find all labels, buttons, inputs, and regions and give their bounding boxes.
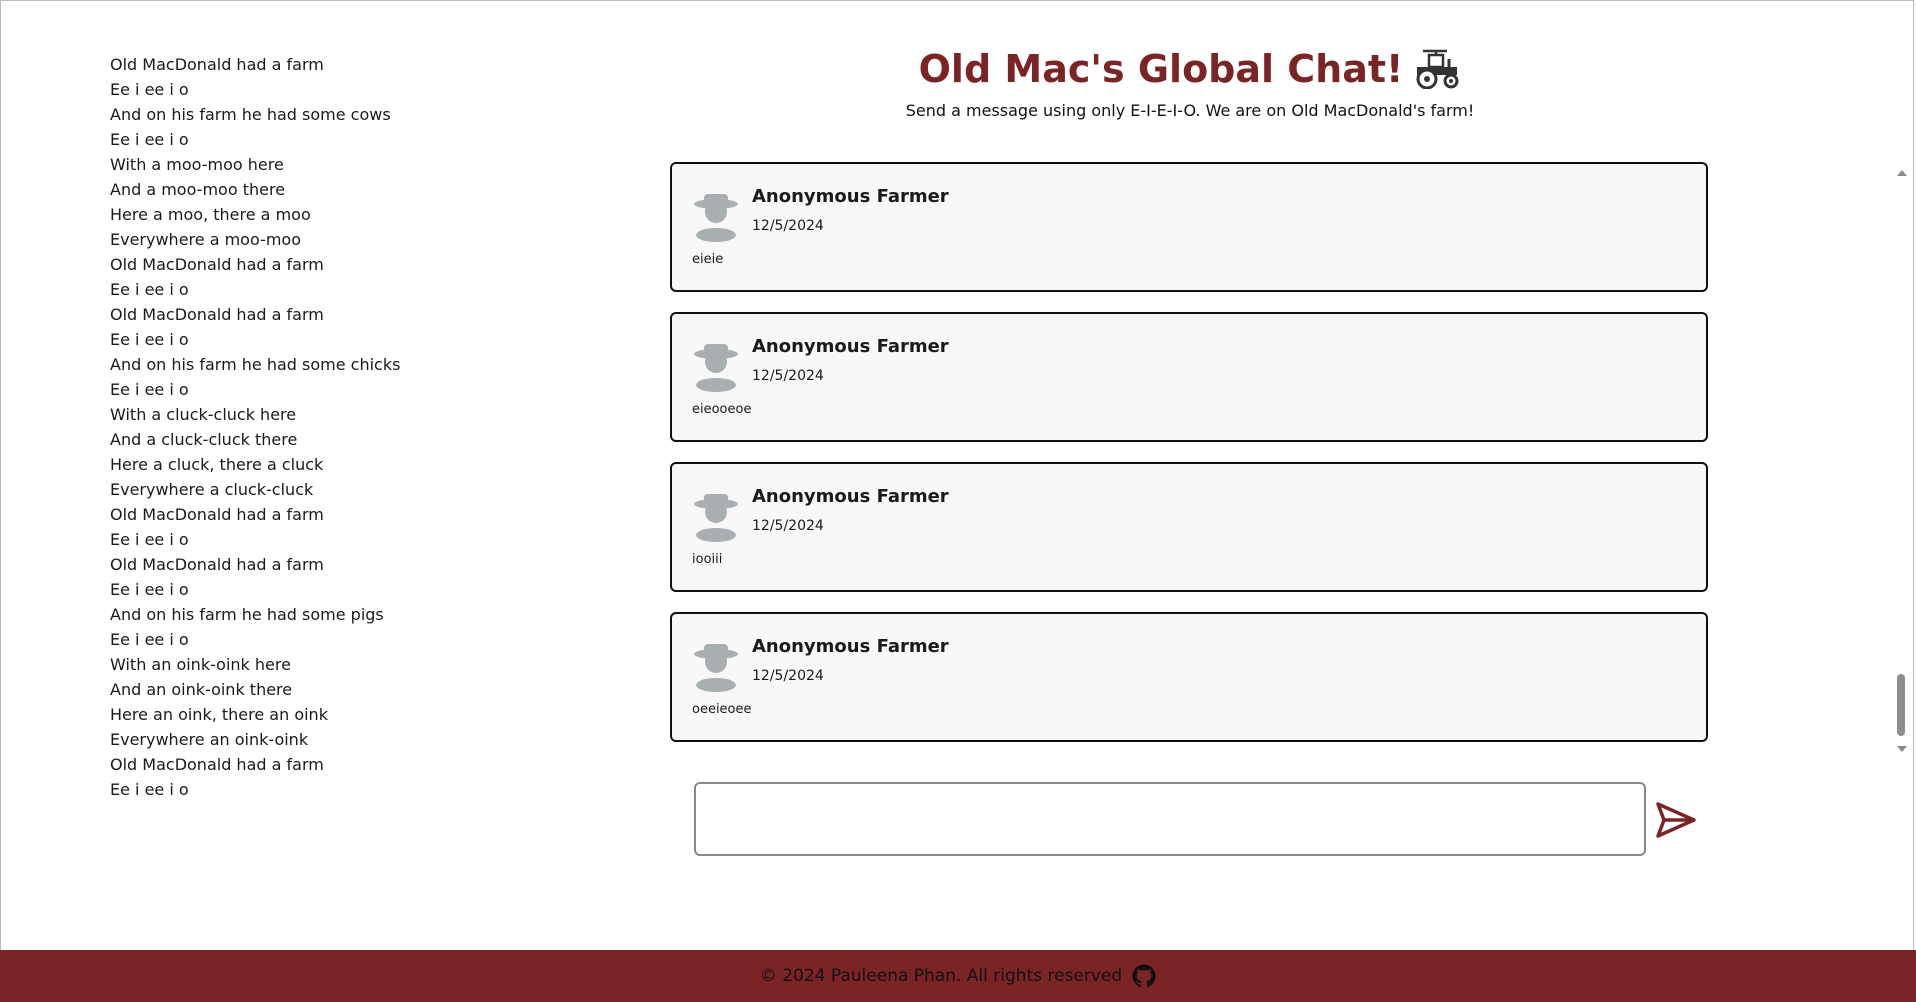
lyric-line: Old MacDonald had a farm (110, 755, 324, 774)
scroll-thumb[interactable] (1897, 674, 1905, 736)
lyric-line: Ee i ee i o (110, 580, 189, 599)
lyric-line: Ee i ee i o (110, 80, 189, 99)
message-date: 12/5/2024 (752, 218, 824, 234)
tractor-icon (1416, 49, 1459, 89)
message-card: Anonymous Farmer 12/5/2024 eieie (670, 162, 1708, 292)
page-subtitle: Send a message using only E-I-E-I-O. We … (905, 101, 1475, 120)
message-card: Anonymous Farmer 12/5/2024 oeeieoee (670, 612, 1708, 742)
message-input[interactable] (694, 782, 1646, 856)
lyric-line: And an oink-oink there (110, 680, 293, 699)
message-author: Anonymous Farmer (752, 186, 949, 207)
lyric-line: Here a cluck, there a cluck (110, 455, 324, 474)
avatar-icon (694, 194, 738, 242)
avatar-icon (694, 494, 738, 542)
footer-copyright: © 2024 Pauleena Phan. All rights reserve… (759, 966, 1123, 986)
message-card: Anonymous Farmer 12/5/2024 eieooeoe (670, 312, 1708, 442)
lyric-line: Ee i ee i o (110, 130, 189, 149)
lyric-line: Ee i ee i o (110, 530, 189, 549)
message-text: oeeieoee (692, 702, 752, 717)
lyric-line: Here an oink, there an oink (110, 705, 328, 724)
lyrics-panel: Old MacDonald had a farm Ee i ee i o And o… (110, 52, 530, 802)
lyric-line: Old MacDonald had a farm (110, 55, 324, 74)
lyric-line: Ee i ee i o (110, 330, 189, 349)
message-date: 12/5/2024 (752, 368, 824, 384)
page-title-text: Old Mac's Global Chat! (918, 47, 1404, 91)
message-author: Anonymous Farmer (752, 486, 949, 507)
message-text: iooiii (692, 552, 723, 567)
lyric-line: With a cluck-cluck here (110, 405, 297, 424)
lyric-line: Ee i ee i o (110, 630, 189, 649)
send-icon (1656, 802, 1696, 838)
message-card: Anonymous Farmer 12/5/2024 iooiii (670, 462, 1708, 592)
github-icon[interactable] (1132, 964, 1156, 988)
page-title: Old Mac's Global Chat! (919, 40, 1462, 98)
lyric-line: And on his farm he had some cows (110, 105, 391, 124)
message-date: 12/5/2024 (752, 518, 824, 534)
scroll-up-arrow-icon[interactable] (1897, 170, 1907, 176)
message-text: eieooeoe (692, 402, 752, 417)
message-date: 12/5/2024 (752, 668, 824, 684)
lyric-line: Everywhere a moo-moo (110, 230, 301, 249)
lyric-line: And a cluck-cluck there (110, 430, 298, 449)
avatar-icon (694, 344, 738, 392)
send-button[interactable] (1654, 798, 1698, 842)
lyric-line: Ee i ee i o (110, 780, 189, 799)
lyric-line: And on his farm he had some pigs (110, 605, 384, 624)
footer: © 2024 Pauleena Phan. All rights reserve… (0, 950, 1916, 1002)
lyric-line: And a moo-moo there (110, 180, 286, 199)
avatar-icon (694, 644, 738, 692)
lyric-line: Here a moo, there a moo (110, 205, 311, 224)
lyric-line: With a moo-moo here (110, 155, 284, 174)
lyric-line: Everywhere an oink-oink (110, 730, 309, 749)
lyric-line: Ee i ee i o (110, 280, 189, 299)
message-list: Anonymous Farmer 12/5/2024 eieie Anonymous … (670, 162, 1708, 762)
lyric-line: Old MacDonald had a farm (110, 555, 324, 574)
lyric-line: Old MacDonald had a farm (110, 305, 324, 324)
lyric-line: With an oink-oink here (110, 655, 291, 674)
scroll-down-arrow-icon[interactable] (1897, 746, 1907, 752)
lyric-line: Old MacDonald had a farm (110, 505, 324, 524)
chat-header: Old Mac's Global Chat! Send a message us… (640, 40, 1740, 120)
message-author: Anonymous Farmer (752, 636, 949, 657)
lyric-line: And on his farm he had some chicks (110, 355, 401, 374)
message-author: Anonymous Farmer (752, 336, 949, 357)
lyric-line: Ee i ee i o (110, 380, 189, 399)
message-text: eieie (692, 252, 724, 267)
lyric-line: Old MacDonald had a farm (110, 255, 324, 274)
messages-scrollbar[interactable] (1895, 162, 1909, 762)
lyric-line: Everywhere a cluck-cluck (110, 480, 314, 499)
